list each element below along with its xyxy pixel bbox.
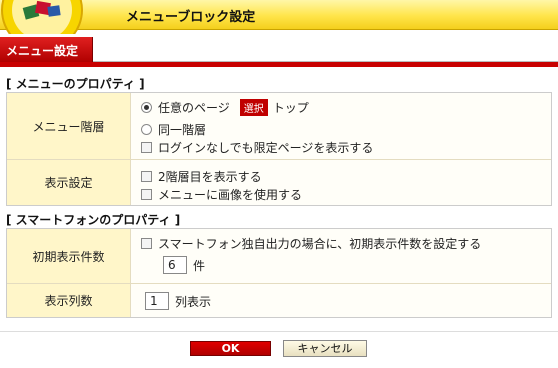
- use-image-option: メニューに画像を使用する: [141, 186, 302, 202]
- row-columns: 表示列数 1 列表示: [7, 283, 551, 317]
- menu-hierarchy-values: 任意のページ 選択 トップ 同一階層 ログインなしでも限定ページを表示する: [131, 93, 551, 159]
- initial-count-label: 初期表示件数: [7, 229, 131, 283]
- initial-count-input[interactable]: 6: [163, 256, 187, 274]
- initial-count-unit: 件: [193, 258, 206, 273]
- row-menu-hierarchy: メニュー階層 任意のページ 選択 トップ 同一階層 ログインなしでも限定ページを…: [7, 93, 551, 159]
- tab-menu-settings[interactable]: メニュー設定: [0, 37, 93, 62]
- smartphone-properties-heading: [ スマートフォンのプロパティ ]: [6, 213, 181, 227]
- select-button[interactable]: 選択: [239, 98, 268, 116]
- option-same-label: 同一階層: [158, 122, 207, 137]
- display-settings-values: 2階層目を表示する メニューに画像を使用する: [131, 160, 551, 205]
- initial-count-option: スマートフォン独自出力の場合に、初期表示件数を設定する: [141, 235, 481, 251]
- columns-unit: 列表示: [175, 294, 212, 309]
- radio-arbitrary-page[interactable]: [141, 101, 152, 113]
- menu-properties-table: メニュー階層 任意のページ 選択 トップ 同一階層 ログインなしでも限定ページを…: [6, 92, 552, 206]
- title-bar: メニューブロック設定: [0, 0, 558, 34]
- cancel-button[interactable]: キャンセル: [283, 340, 367, 357]
- columns-label: 表示列数: [7, 284, 131, 317]
- selected-page-name: トップ: [272, 100, 309, 115]
- checkbox-restricted-pages[interactable]: [141, 141, 152, 153]
- display-settings-label: 表示設定: [7, 160, 131, 205]
- checkbox-second-level[interactable]: [141, 170, 152, 182]
- checkbox-use-image[interactable]: [141, 188, 152, 200]
- option-same-level: 同一階層: [141, 121, 206, 137]
- restricted-pages-option: ログインなしでも限定ページを表示する: [141, 139, 373, 155]
- tab-bar-filler: [93, 37, 558, 62]
- columns-input[interactable]: 1: [145, 292, 169, 310]
- option-arbitrary-page: 任意のページ 選択 トップ: [141, 98, 309, 116]
- checkbox-initial-count[interactable]: [141, 237, 152, 249]
- row-display-settings: 表示設定 2階層目を表示する メニューに画像を使用する: [7, 159, 551, 205]
- initial-count-check-label: スマートフォン独自出力の場合に、初期表示件数を設定する: [158, 236, 482, 251]
- initial-count-values: スマートフォン独自出力の場合に、初期表示件数を設定する 6 件: [131, 229, 551, 283]
- menu-properties-heading: [ メニューのプロパティ ]: [6, 77, 145, 91]
- smartphone-properties-table: 初期表示件数 スマートフォン独自出力の場合に、初期表示件数を設定する 6 件 表…: [6, 228, 552, 318]
- columns-values: 1 列表示: [131, 284, 551, 317]
- app-logo-icon: [1, 0, 83, 34]
- restricted-pages-label: ログインなしでも限定ページを表示する: [158, 140, 374, 155]
- second-level-option: 2階層目を表示する: [141, 168, 262, 184]
- row-initial-count: 初期表示件数 スマートフォン独自出力の場合に、初期表示件数を設定する 6 件: [7, 229, 551, 283]
- initial-count-input-row: 6 件: [163, 255, 205, 275]
- radio-same-level[interactable]: [141, 123, 152, 135]
- menu-hierarchy-label: メニュー階層: [7, 93, 131, 159]
- tab-bar: メニュー設定: [0, 37, 558, 67]
- divider: [0, 331, 558, 332]
- page-title: メニューブロック設定: [126, 10, 256, 25]
- ok-button[interactable]: OK: [190, 341, 271, 356]
- option-arbitrary-label: 任意のページ: [158, 100, 230, 115]
- second-level-label: 2階層目を表示する: [158, 169, 262, 184]
- use-image-label: メニューに画像を使用する: [158, 187, 303, 202]
- columns-input-row: 1 列表示: [145, 291, 211, 311]
